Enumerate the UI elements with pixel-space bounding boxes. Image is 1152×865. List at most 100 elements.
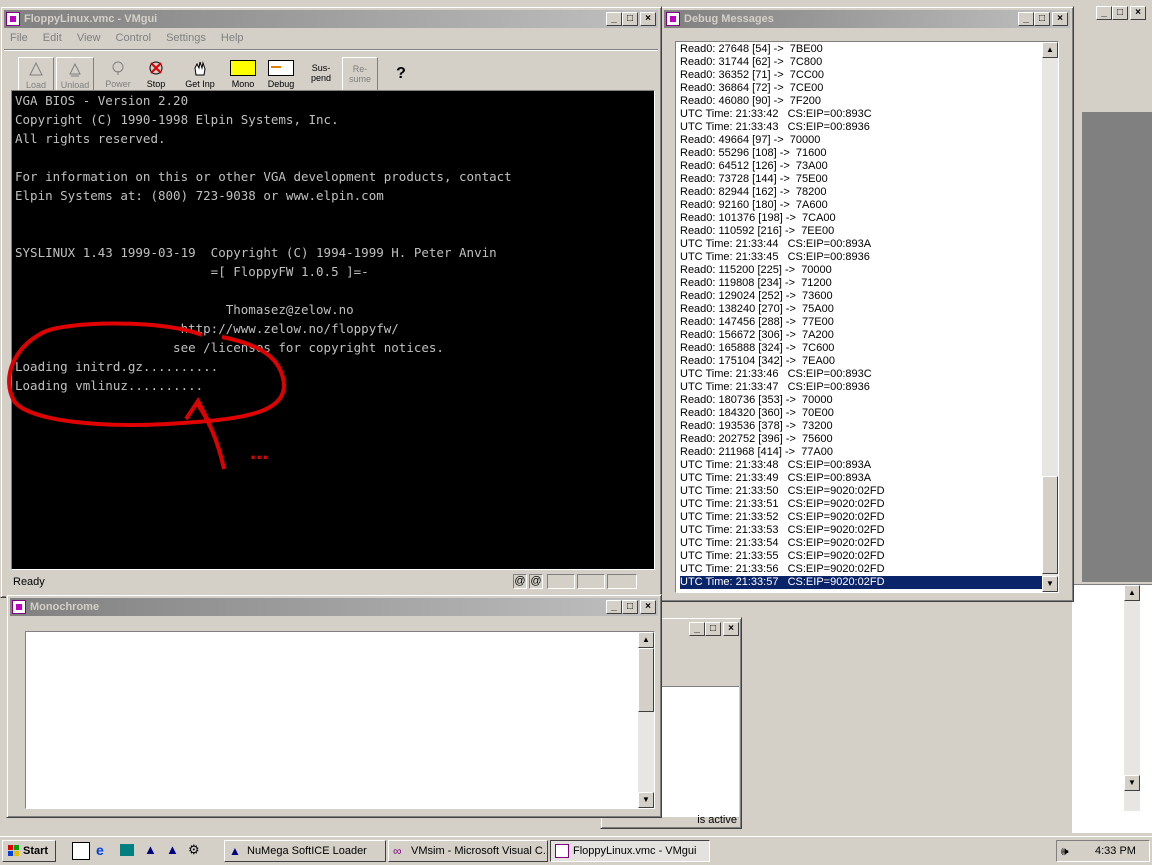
debug-line[interactable]: UTC Time: 21:33:53 CS:EIP=9020:02FD xyxy=(680,524,885,537)
debug-line[interactable]: UTC Time: 21:33:42 CS:EIP=00:893C xyxy=(680,108,872,121)
close-button[interactable]: × xyxy=(640,12,656,26)
debug-line[interactable]: Read0: 119808 [234] -> 71200 xyxy=(680,277,832,290)
scroll-thumb[interactable] xyxy=(1042,476,1058,574)
get-inp-button[interactable]: Get Inp xyxy=(180,57,220,93)
debug-line[interactable]: UTC Time: 21:33:56 CS:EIP=9020:02FD xyxy=(680,563,885,576)
minimize-button[interactable]: _ xyxy=(689,622,705,636)
resume-button[interactable]: Re- sume xyxy=(342,57,378,93)
help-button[interactable]: ? xyxy=(384,57,418,93)
debug-line[interactable]: UTC Time: 21:33:47 CS:EIP=00:8936 xyxy=(680,381,870,394)
debug-line[interactable]: Read0: 36352 [71] -> 7CC00 xyxy=(680,69,824,82)
scroll-down-button[interactable]: ▼ xyxy=(1124,775,1140,791)
vmgui-titlebar[interactable]: FloppyLinux.vmc - VMgui _ □ × xyxy=(4,10,658,28)
debug-line-selected[interactable]: UTC Time: 21:33:57 CS:EIP=9020:02FD xyxy=(680,576,1042,589)
close-button[interactable]: × xyxy=(1052,12,1068,26)
clock[interactable]: 4:33 PM xyxy=(1095,845,1136,857)
show-desktop-icon[interactable] xyxy=(72,842,90,860)
unload-button[interactable]: Unload xyxy=(56,57,94,93)
debug-line[interactable]: Read0: 202752 [396] -> 75600 xyxy=(680,433,833,446)
taskbar-item-vmgui[interactable]: FloppyLinux.vmc - VMgui xyxy=(550,840,710,862)
tools-icon[interactable]: ⚙ xyxy=(188,842,200,858)
monochrome-vscroll[interactable]: ▲ ▼ xyxy=(638,632,654,808)
stop-button[interactable]: Stop xyxy=(138,57,174,93)
scroll-thumb[interactable] xyxy=(638,648,654,712)
debug-line[interactable]: Read0: 82944 [162] -> 78200 xyxy=(680,186,826,199)
debug-line[interactable]: Read0: 156672 [306] -> 7A200 xyxy=(680,329,834,342)
scroll-down-button[interactable]: ▼ xyxy=(1042,576,1058,592)
power-button[interactable]: Power xyxy=(100,57,136,93)
debug-line[interactable]: Read0: 193536 [378] -> 73200 xyxy=(680,420,833,433)
scroll-down-button[interactable]: ▼ xyxy=(638,792,654,808)
debug-line[interactable]: UTC Time: 21:33:48 CS:EIP=00:893A xyxy=(680,459,871,472)
vm-console[interactable]: VGA BIOS - Version 2.20 Copyright (C) 199… xyxy=(7,90,655,570)
suspend-button[interactable]: Sus- pend xyxy=(304,57,338,93)
debug-line[interactable]: Read0: 129024 [252] -> 73600 xyxy=(680,290,833,303)
monochrome-display[interactable]: ▲ ▼ xyxy=(25,631,655,809)
close-button[interactable]: × xyxy=(640,600,656,614)
network-icon[interactable] xyxy=(120,844,134,856)
debug-line[interactable]: Read0: 115200 [225] -> 70000 xyxy=(680,264,832,277)
volume-icon[interactable]: 🕪 xyxy=(1061,844,1069,859)
debug-line[interactable]: Read0: 31744 [62] -> 7C800 xyxy=(680,56,822,69)
debug-line[interactable]: UTC Time: 21:33:49 CS:EIP=00:893A xyxy=(680,472,871,485)
debug-list[interactable]: Read0: 27648 [54] -> 7BE00 Read0: 31744 [… xyxy=(675,41,1059,593)
debug-line[interactable]: Read0: 101376 [198] -> 7CA00 xyxy=(680,212,836,225)
debug-line[interactable]: UTC Time: 21:33:54 CS:EIP=9020:02FD xyxy=(680,537,885,550)
menu-view[interactable]: View xyxy=(77,32,101,44)
debug-line[interactable]: UTC Time: 21:33:43 CS:EIP=00:8936 xyxy=(680,121,870,134)
minimize-button[interactable]: _ xyxy=(1018,12,1034,26)
debug-line[interactable]: Read0: 73728 [144] -> 75E00 xyxy=(680,173,828,186)
debug-line[interactable]: UTC Time: 21:33:55 CS:EIP=9020:02FD xyxy=(680,550,885,563)
debug-line[interactable]: Read0: 184320 [360] -> 70E00 xyxy=(680,407,834,420)
close-button[interactable]: × xyxy=(1130,6,1146,20)
debug-button[interactable]: Debug xyxy=(264,57,298,93)
debug-line[interactable]: Read0: 55296 [108] -> 71600 xyxy=(680,147,826,160)
debug-vscroll[interactable]: ▲ ▼ xyxy=(1042,42,1058,592)
debug-line[interactable]: Read0: 211968 [414] -> 77A00 xyxy=(680,446,833,459)
taskbar-item-softice[interactable]: ▲ NuMega SoftICE Loader xyxy=(224,840,386,862)
scroll-up-button[interactable]: ▲ xyxy=(1042,42,1058,58)
menu-help[interactable]: Help xyxy=(221,32,244,44)
start-button[interactable]: Start xyxy=(2,840,56,862)
minimize-button[interactable]: _ xyxy=(1096,6,1112,20)
scroll-up-button[interactable]: ▲ xyxy=(638,632,654,648)
background-vscroll[interactable]: ▲ ▼ xyxy=(1124,585,1140,811)
debug-line[interactable]: Read0: 165888 [324] -> 7C600 xyxy=(680,342,834,355)
debug-line[interactable]: Read0: 175104 [342] -> 7EA00 xyxy=(680,355,835,368)
debug-titlebar[interactable]: Debug Messages _ □ × xyxy=(664,10,1070,28)
maximize-button[interactable]: □ xyxy=(705,622,721,636)
debug-line[interactable]: UTC Time: 21:33:44 CS:EIP=00:893A xyxy=(680,238,871,251)
monochrome-titlebar[interactable]: Monochrome _ □ × xyxy=(10,598,658,616)
debug-line[interactable]: Read0: 180736 [353] -> 70000 xyxy=(680,394,833,407)
maximize-button[interactable]: □ xyxy=(1034,12,1050,26)
menu-control[interactable]: Control xyxy=(116,32,151,44)
debug-line[interactable]: UTC Time: 21:33:45 CS:EIP=00:8936 xyxy=(680,251,870,264)
maximize-button[interactable]: □ xyxy=(622,12,638,26)
maximize-button[interactable]: □ xyxy=(622,600,638,614)
maximize-button[interactable]: □ xyxy=(1112,6,1128,20)
debug-line[interactable]: UTC Time: 21:33:52 CS:EIP=9020:02FD xyxy=(680,511,885,524)
mono-button[interactable]: Mono xyxy=(226,57,260,93)
debug-line[interactable]: UTC Time: 21:33:46 CS:EIP=00:893C xyxy=(680,368,872,381)
debug-line[interactable]: UTC Time: 21:33:51 CS:EIP=9020:02FD xyxy=(680,498,885,511)
debug-line[interactable]: Read0: 64512 [126] -> 73A00 xyxy=(680,160,828,173)
numega-icon-1[interactable]: ▲ xyxy=(144,842,157,857)
debug-line[interactable]: Read0: 49664 [97] -> 70000 xyxy=(680,134,820,147)
load-button[interactable]: Load xyxy=(18,57,54,93)
close-button[interactable]: × xyxy=(723,622,739,636)
minimize-button[interactable]: _ xyxy=(606,600,622,614)
internet-explorer-icon[interactable]: e xyxy=(96,842,104,858)
debug-line[interactable]: Read0: 46080 [90] -> 7F200 xyxy=(680,95,821,108)
menu-file[interactable]: File xyxy=(10,32,28,44)
debug-line[interactable]: Read0: 138240 [270] -> 75A00 xyxy=(680,303,834,316)
debug-line[interactable]: Read0: 36864 [72] -> 7CE00 xyxy=(680,82,823,95)
debug-line[interactable]: Read0: 27648 [54] -> 7BE00 xyxy=(680,43,823,56)
debug-line[interactable]: Read0: 110592 [216] -> 7EE00 xyxy=(680,225,834,238)
debug-line[interactable]: Read0: 92160 [180] -> 7A600 xyxy=(680,199,828,212)
menu-edit[interactable]: Edit xyxy=(43,32,62,44)
numega-icon-2[interactable]: ▲ xyxy=(166,842,179,857)
minimize-button[interactable]: _ xyxy=(606,12,622,26)
debug-line[interactable]: Read0: 147456 [288] -> 77E00 xyxy=(680,316,834,329)
menu-settings[interactable]: Settings xyxy=(166,32,206,44)
taskbar-item-vmsim[interactable]: ∞ VMsim - Microsoft Visual C... xyxy=(388,840,548,862)
